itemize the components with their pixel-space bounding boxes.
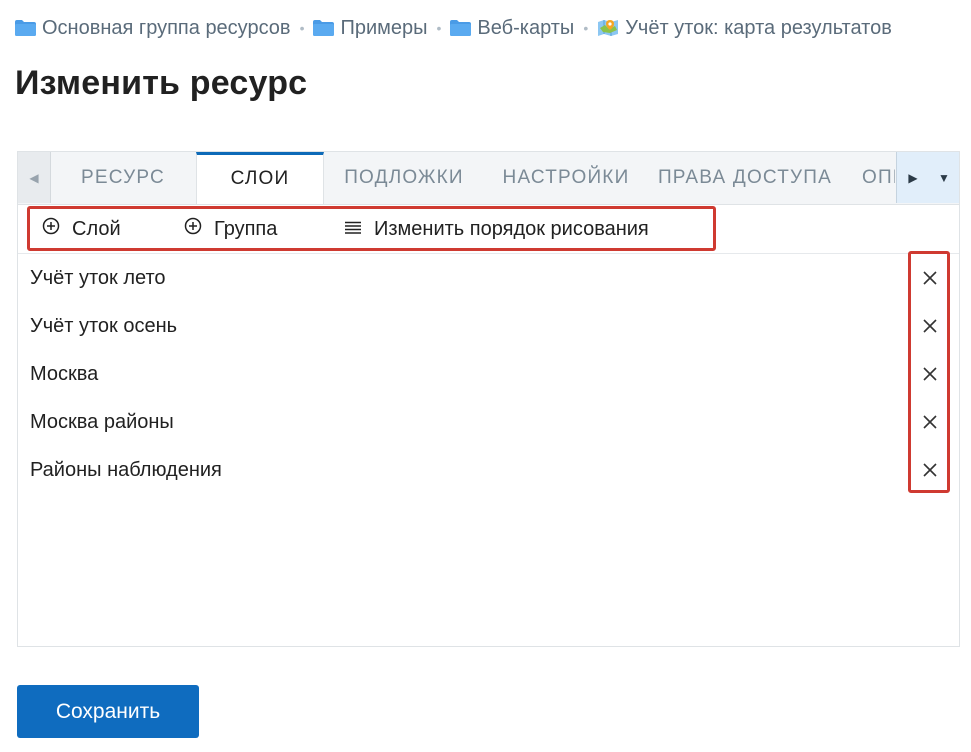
breadcrumb-separator: •: [436, 20, 442, 36]
tab-layers[interactable]: СЛОИ: [196, 152, 324, 204]
breadcrumb-separator: •: [299, 20, 305, 36]
layer-name: Районы наблюдения: [30, 458, 222, 481]
page-title: Изменить ресурс: [15, 64, 308, 102]
add-group-button[interactable]: Группа: [184, 205, 277, 253]
layer-name: Москва районы: [30, 410, 174, 433]
list-item[interactable]: Москва: [18, 350, 959, 398]
layer-list: Учёт уток лето Учёт уток осень Москва Мо…: [18, 254, 959, 494]
tab-scroll-left-button[interactable]: ◀: [18, 152, 51, 203]
tab-basemaps[interactable]: ПОДЛОЖКИ: [324, 152, 484, 203]
breadcrumb-label: Основная группа ресурсов: [42, 16, 291, 39]
close-icon[interactable]: [918, 362, 942, 386]
add-circle-icon: [184, 217, 202, 241]
caret-right-icon: ▶: [908, 170, 918, 185]
breadcrumb-item-main-group[interactable]: Основная группа ресурсов: [15, 17, 291, 40]
breadcrumb-label: Веб-карты: [477, 16, 575, 39]
close-icon[interactable]: [918, 458, 942, 482]
list-item[interactable]: Учёт уток лето: [18, 254, 959, 302]
layer-name: Москва: [30, 362, 99, 385]
breadcrumb-item-webmaps[interactable]: Веб-карты: [450, 17, 574, 40]
layers-toolbar: Слой Группа Изменить порядок рисования: [18, 205, 959, 254]
add-layer-button[interactable]: Слой: [42, 205, 121, 253]
tab-description[interactable]: ОПИСАНИЕ: [862, 152, 895, 203]
close-icon[interactable]: [918, 410, 942, 434]
tab-list: РЕСУРС СЛОИ ПОДЛОЖКИ НАСТРОЙКИ ПРАВА ДОС…: [50, 152, 895, 204]
breadcrumb-item-examples[interactable]: Примеры: [313, 16, 428, 40]
tab-resource[interactable]: РЕСУРС: [50, 152, 196, 203]
layer-name: Учёт уток осень: [30, 314, 178, 337]
tab-settings[interactable]: НАСТРОЙКИ: [484, 152, 648, 203]
caret-left-icon: ◀: [29, 170, 39, 185]
close-icon[interactable]: [918, 266, 942, 290]
breadcrumb: Основная группа ресурсов • Примеры • Веб…: [15, 14, 961, 42]
list-order-icon: [344, 218, 362, 241]
breadcrumb-item-current-webmap: Учёт уток: карта результатов: [597, 17, 892, 40]
list-item[interactable]: Районы наблюдения: [18, 446, 959, 494]
webmap-icon: [597, 18, 619, 38]
add-circle-icon: [42, 217, 60, 241]
caret-down-icon: ▼: [938, 170, 950, 185]
breadcrumb-label: Учёт уток: карта результатов: [625, 16, 892, 39]
tab-menu-button[interactable]: ▼: [929, 152, 959, 203]
tab-permissions[interactable]: ПРАВА ДОСТУПА: [648, 152, 842, 203]
folder-icon: [313, 20, 335, 36]
close-icon[interactable]: [918, 314, 942, 338]
list-item[interactable]: Москва районы: [18, 398, 959, 446]
save-button[interactable]: Сохранить: [17, 685, 199, 738]
reorder-drawing-button[interactable]: Изменить порядок рисования: [344, 205, 649, 253]
breadcrumb-label: Примеры: [340, 16, 428, 39]
resource-edit-panel: ◀ РЕСУРС СЛОИ ПОДЛОЖКИ НАСТРОЙКИ ПРАВА Д…: [17, 151, 960, 647]
folder-icon: [450, 20, 472, 36]
layer-name: Учёт уток лето: [30, 266, 166, 289]
tab-scroll-right-button[interactable]: ▶: [896, 152, 930, 203]
tab-bar: ◀ РЕСУРС СЛОИ ПОДЛОЖКИ НАСТРОЙКИ ПРАВА Д…: [18, 152, 959, 205]
list-item[interactable]: Учёт уток осень: [18, 302, 959, 350]
breadcrumb-separator: •: [583, 20, 589, 36]
folder-icon: [15, 20, 36, 36]
